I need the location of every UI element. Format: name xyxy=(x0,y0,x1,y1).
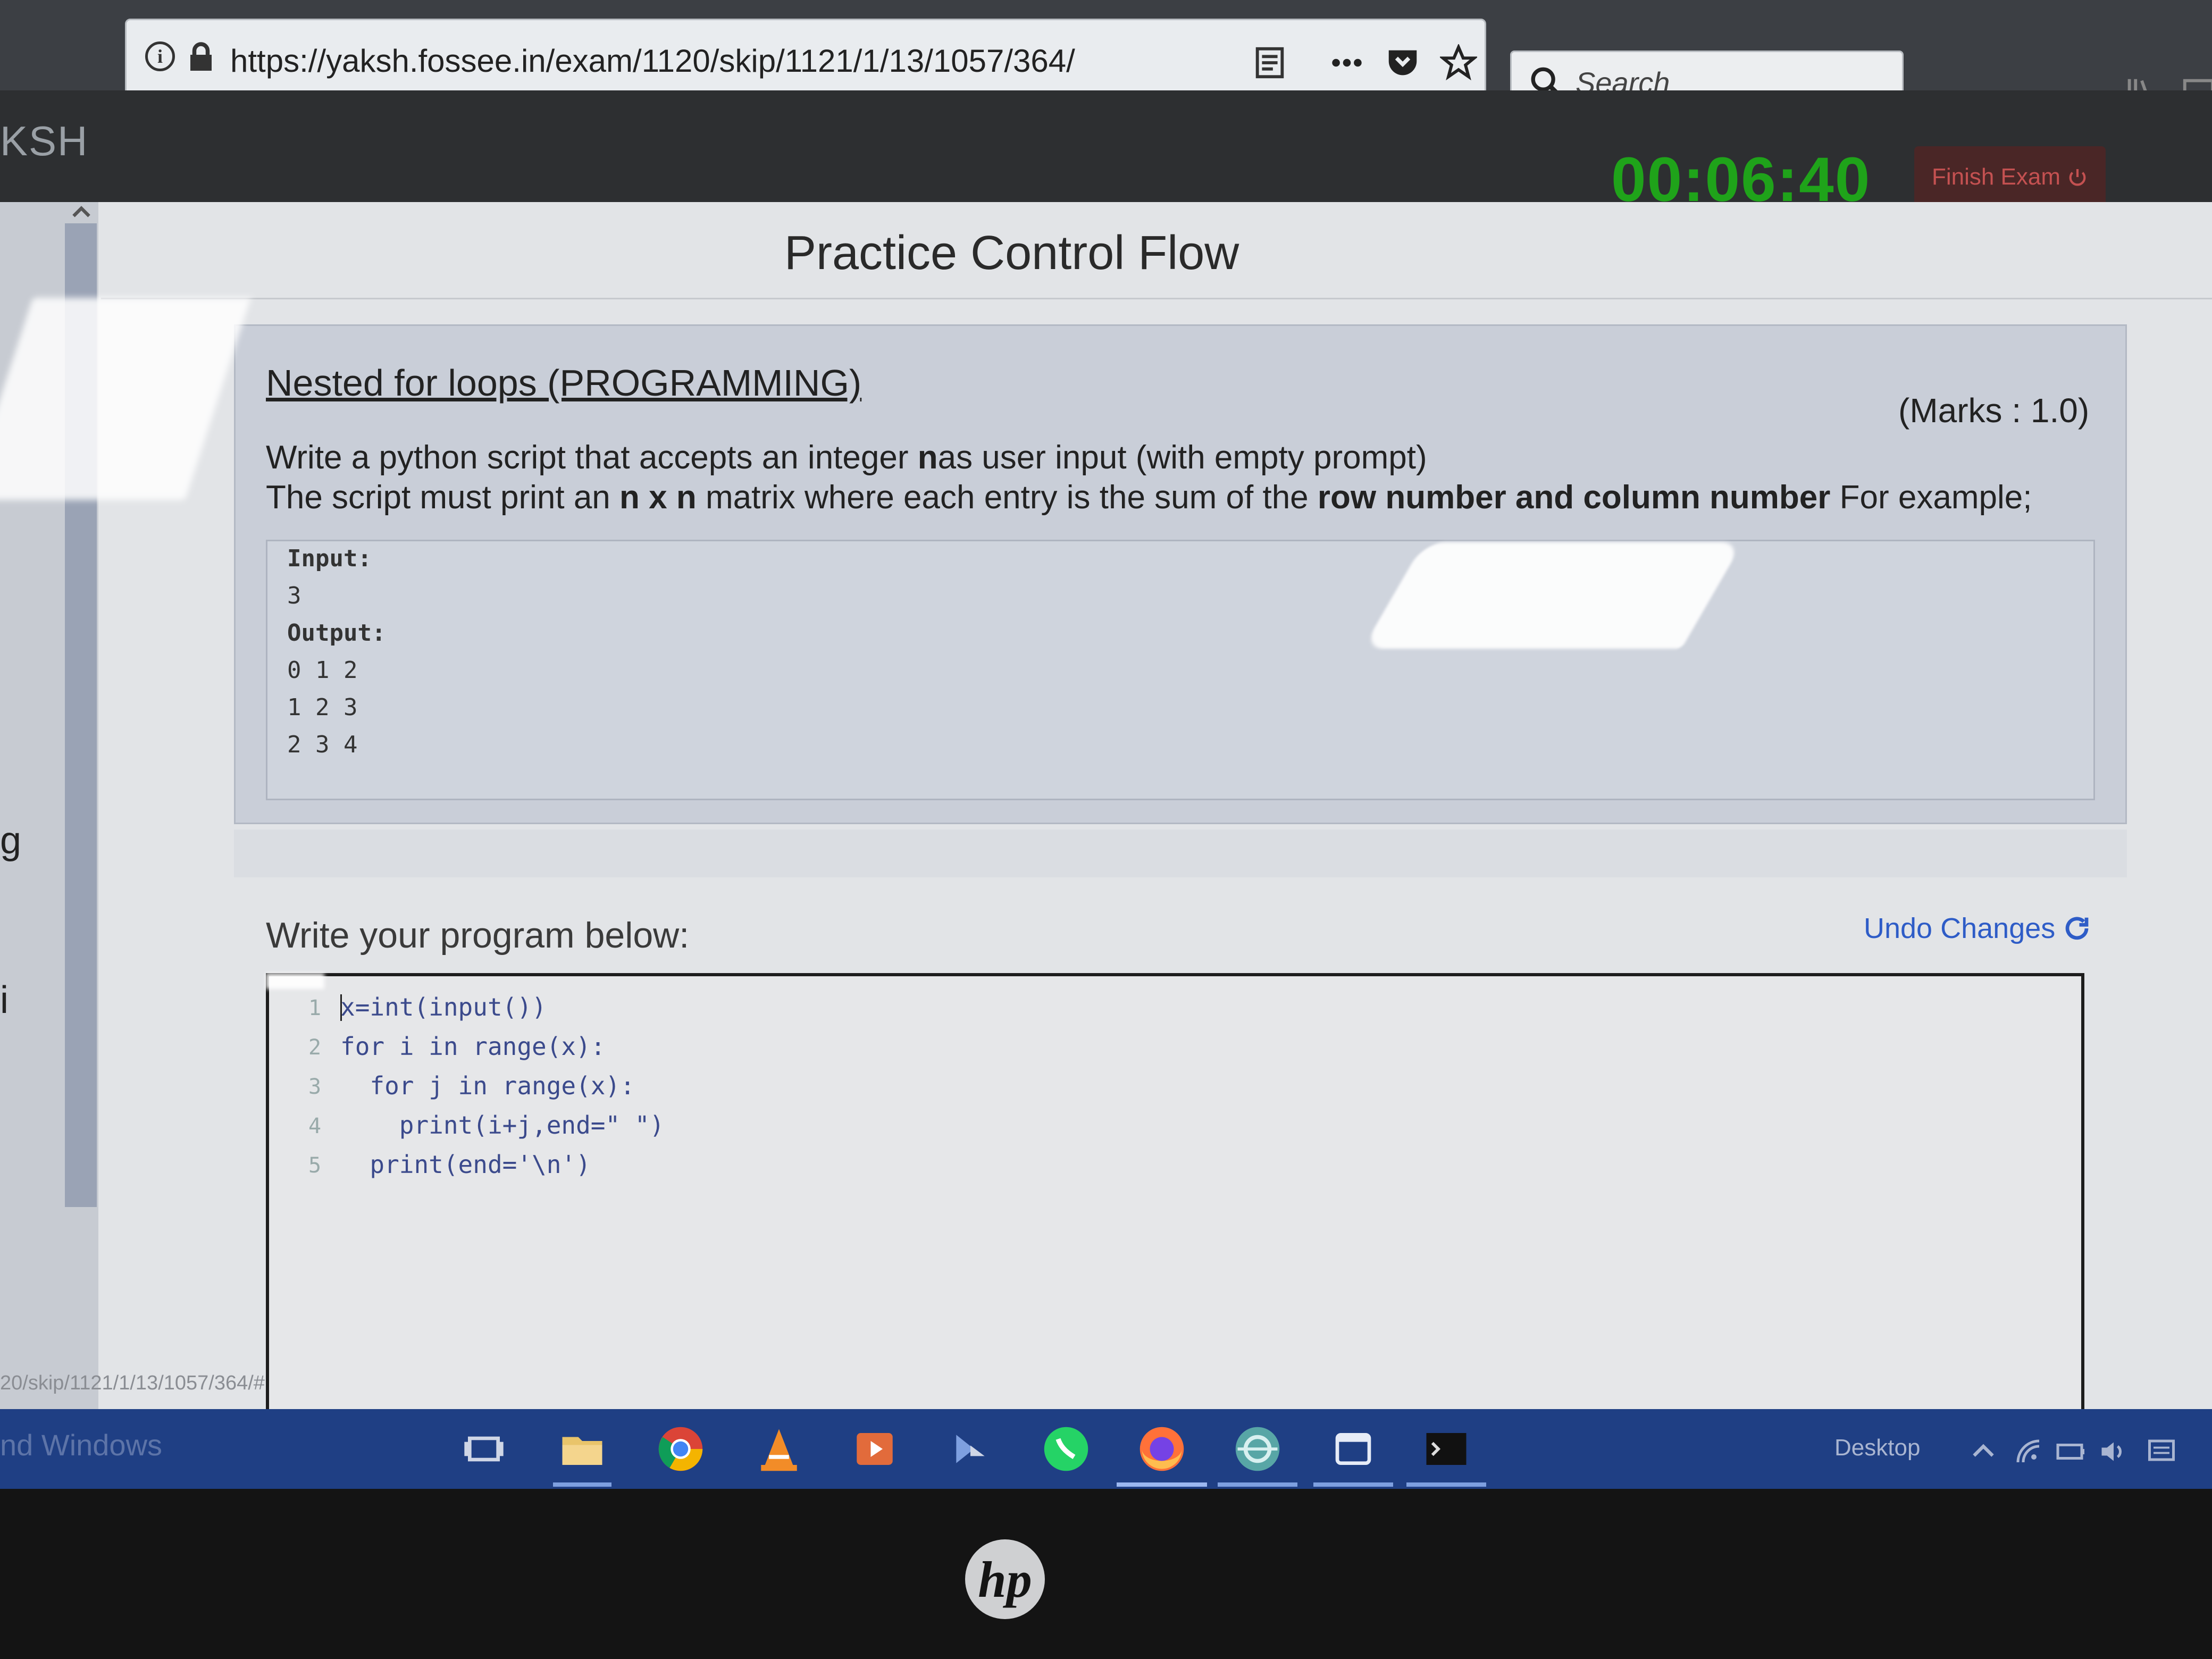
site-info-icon[interactable]: i xyxy=(145,41,175,71)
browser-toolbar: i https://yaksh.fossee.in/exam/1120/skip… xyxy=(0,0,2212,112)
page-title: Practice Control Flow xyxy=(784,227,1239,280)
url-text[interactable]: https://yaksh.fossee.in/exam/1120/skip/1… xyxy=(230,43,1075,79)
divider xyxy=(101,298,2212,299)
code-line[interactable]: print(end='\n') xyxy=(340,1150,590,1179)
power-icon xyxy=(2069,169,2086,186)
line-number: 5 xyxy=(308,1153,322,1178)
code-line[interactable]: for i in range(x): xyxy=(340,1032,606,1061)
active-app-indicator xyxy=(1218,1482,1297,1487)
screen-glare xyxy=(1362,542,1743,649)
reader-view-icon[interactable] xyxy=(1251,44,1288,81)
text-cursor xyxy=(340,994,342,1021)
status-bar-url: 20/skip/1121/1/13/1057/364/# xyxy=(0,1372,265,1394)
question-description-line-2: The script must print an n x n matrix wh… xyxy=(266,479,2032,516)
panel-spacer xyxy=(234,830,2127,877)
ide-icon[interactable] xyxy=(941,1420,1000,1478)
chevron-up-icon[interactable] xyxy=(1967,1436,1999,1468)
chevron-up-icon[interactable] xyxy=(68,199,95,226)
refresh-icon xyxy=(2065,917,2089,940)
undo-changes-label: Undo Changes xyxy=(1864,912,2056,944)
pocket-icon[interactable] xyxy=(1384,44,1421,81)
window-app-icon[interactable] xyxy=(1324,1420,1382,1478)
brand-logo-text[interactable]: KSH xyxy=(0,117,88,165)
desktop-toolbar-label[interactable]: Desktop xyxy=(1834,1435,1920,1461)
firefox-icon[interactable] xyxy=(1133,1420,1191,1478)
whatsapp-icon[interactable] xyxy=(1037,1420,1095,1478)
code-line[interactable]: x=int(input()) xyxy=(340,993,547,1021)
example-line: 2 3 4 xyxy=(287,731,358,758)
line-number: 1 xyxy=(308,996,322,1020)
sidebar-fragment-text: g xyxy=(0,819,22,862)
editor-label: Write your program below: xyxy=(266,915,690,956)
terminal-icon[interactable] xyxy=(1417,1420,1476,1478)
more-options-icon[interactable] xyxy=(1328,44,1365,81)
active-app-indicator xyxy=(1117,1482,1207,1487)
sidebar-fragment-text: i xyxy=(0,979,9,1021)
activate-windows-watermark: nd Windows xyxy=(0,1428,163,1462)
volume-icon[interactable] xyxy=(2098,1436,2130,1468)
line-number: 2 xyxy=(308,1035,322,1060)
example-line: Output: xyxy=(287,619,386,647)
code-line[interactable]: for j in range(x): xyxy=(340,1071,635,1100)
line-number: 3 xyxy=(308,1075,322,1099)
example-line: 1 2 3 xyxy=(287,694,358,721)
finish-exam-button[interactable]: Finish Exam xyxy=(1914,146,2106,207)
network-app-icon[interactable] xyxy=(1228,1420,1287,1478)
laptop-bezel xyxy=(0,1489,2212,1659)
file-explorer-icon[interactable] xyxy=(553,1420,611,1478)
lock-icon xyxy=(190,42,212,71)
example-line: Input: xyxy=(287,545,372,572)
wifi-icon[interactable] xyxy=(2013,1436,2045,1468)
chrome-icon[interactable] xyxy=(651,1420,710,1478)
question-marks: (Marks : 1.0) xyxy=(1898,391,2090,430)
task-view-icon[interactable] xyxy=(455,1420,513,1478)
address-bar[interactable]: i https://yaksh.fossee.in/exam/1120/skip… xyxy=(125,19,1486,98)
vlc-icon[interactable] xyxy=(750,1420,808,1478)
active-app-indicator xyxy=(1406,1482,1486,1487)
question-title: Nested for loops (PROGRAMMING) xyxy=(266,362,862,404)
finish-exam-label: Finish Exam xyxy=(1931,163,2061,190)
hp-logo: hp xyxy=(965,1539,1045,1619)
code-line[interactable]: print(i+j,end=" ") xyxy=(340,1111,665,1139)
screen-glare xyxy=(266,973,324,989)
line-number: 4 xyxy=(308,1114,322,1138)
notifications-icon[interactable] xyxy=(2146,1436,2177,1468)
media-player-icon[interactable] xyxy=(845,1420,904,1478)
example-code-block xyxy=(266,540,2095,800)
battery-icon[interactable] xyxy=(2055,1436,2087,1468)
example-line: 3 xyxy=(287,582,301,609)
example-line: 0 1 2 xyxy=(287,657,358,684)
active-app-indicator xyxy=(553,1482,611,1487)
active-app-indicator xyxy=(1313,1482,1393,1487)
question-description-line-1: Write a python script that accepts an in… xyxy=(266,439,1427,476)
undo-changes-link[interactable]: Undo Changes xyxy=(1864,912,2091,945)
bookmark-star-icon[interactable] xyxy=(1440,44,1477,81)
